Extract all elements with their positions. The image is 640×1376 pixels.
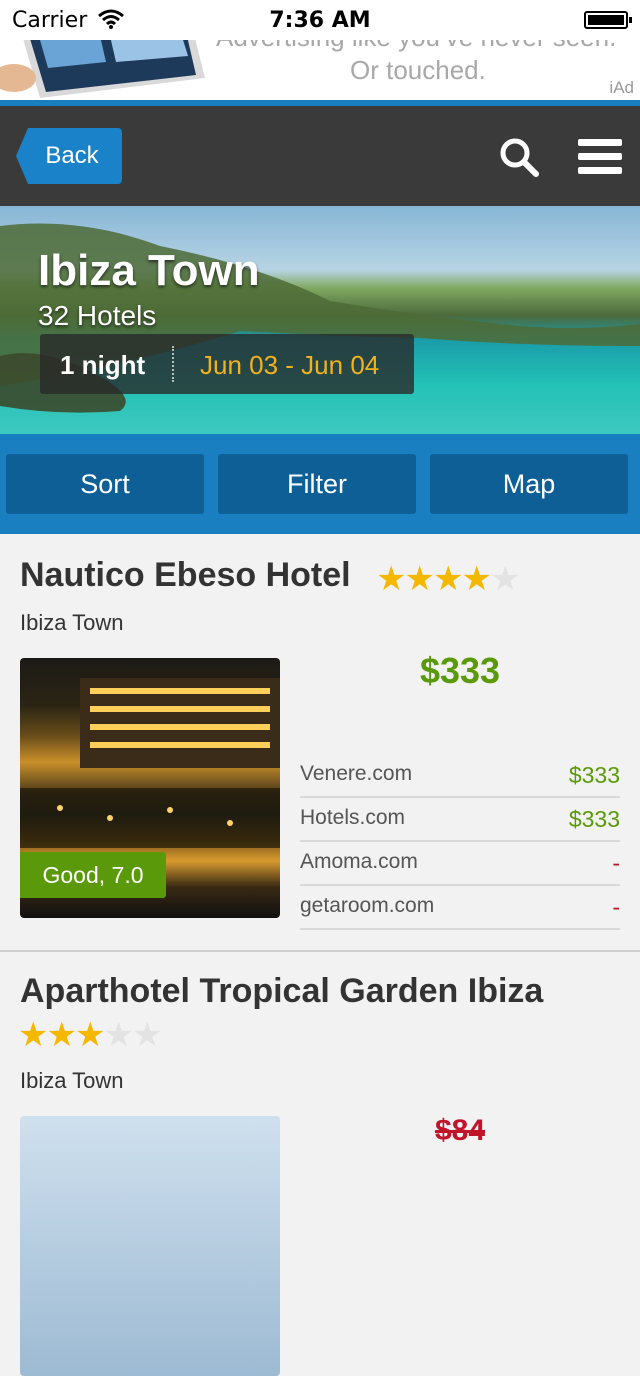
provider-price: - [612, 850, 620, 876]
divider [172, 346, 174, 382]
nights-label: 1 night [60, 350, 146, 380]
star-icon: ★ [404, 559, 435, 599]
map-button[interactable]: Map [430, 454, 628, 514]
provider-list: Venere.com $333 Hotels.com $333 Amoma.co… [300, 754, 620, 930]
status-bar: Carrier 7:36 AM [0, 0, 640, 40]
provider-row[interactable]: Venere.com $333 [300, 754, 620, 798]
provider-row[interactable]: getaroom.com - [300, 886, 620, 930]
iad-label: iAd [609, 78, 634, 97]
status-time: 7:36 AM [269, 8, 371, 33]
star-empty-icon: ★ [131, 1015, 163, 1055]
hotel-name: Aparthotel Tropical Garden Ibiza [20, 972, 544, 1010]
date-range: Jun 03 - Jun 04 [200, 350, 380, 380]
star-empty-icon: ★ [103, 1015, 134, 1055]
star-icon: ★ [46, 1015, 77, 1055]
star-rating: ★★★★★ [18, 1015, 163, 1055]
star-icon: ★ [74, 1015, 106, 1055]
provider-price: $333 [568, 762, 620, 788]
navigation-bar: Back [0, 106, 640, 206]
action-bar: Sort Filter Map [0, 434, 640, 534]
hotel-photo[interactable]: Good, 7.0 [20, 658, 280, 918]
provider-row[interactable]: Hotels.com $333 [300, 798, 620, 842]
hotel-location: Ibiza Town [20, 1068, 124, 1093]
star-icon: ★ [432, 559, 464, 599]
provider-price: $333 [568, 806, 620, 832]
star-icon: ★ [376, 559, 407, 599]
hotel-card[interactable]: Aparthotel Tropical Garden Ibiza ★★★★★ I… [0, 952, 640, 1376]
hotel-count: 32 Hotels [38, 300, 157, 331]
city-title: Ibiza Town [38, 246, 260, 295]
date-selector[interactable]: 1 night Jun 03 - Jun 04 [40, 334, 414, 394]
star-icon: ★ [18, 1015, 49, 1055]
best-price: $333 [419, 650, 501, 691]
star-rating: ★★★★★ [376, 559, 521, 599]
star-icon: ★ [461, 559, 492, 599]
destination-hero: Ibiza Town 32 Hotels 1 night Jun 03 - Ju… [0, 206, 640, 434]
provider-row[interactable]: Amoma.com - [300, 842, 620, 886]
menu-icon[interactable] [578, 139, 622, 175]
provider-name: Hotels.com [300, 806, 406, 829]
provider-name: Venere.com [300, 762, 413, 785]
battery-icon [584, 11, 632, 29]
filter-button[interactable]: Filter [218, 454, 416, 514]
sort-button[interactable]: Sort [6, 454, 204, 514]
back-button[interactable]: Back [16, 128, 122, 184]
ad-subline: Or touched. [350, 55, 486, 85]
hotel-location: Ibiza Town [20, 610, 124, 635]
hotel-name: Nautico Ebeso Hotel [20, 556, 351, 594]
best-price: $84 [434, 1114, 486, 1147]
provider-price: - [612, 894, 620, 920]
hotel-photo[interactable] [20, 1116, 280, 1376]
provider-name: Amoma.com [300, 850, 418, 873]
hotel-card[interactable]: Nautico Ebeso Hotel ★★★★★ Ibiza Town Goo… [0, 534, 640, 952]
provider-name: getaroom.com [300, 894, 435, 917]
review-score-badge: Good, 7.0 [20, 852, 166, 898]
search-icon[interactable] [498, 136, 540, 178]
star-empty-icon: ★ [489, 559, 521, 599]
